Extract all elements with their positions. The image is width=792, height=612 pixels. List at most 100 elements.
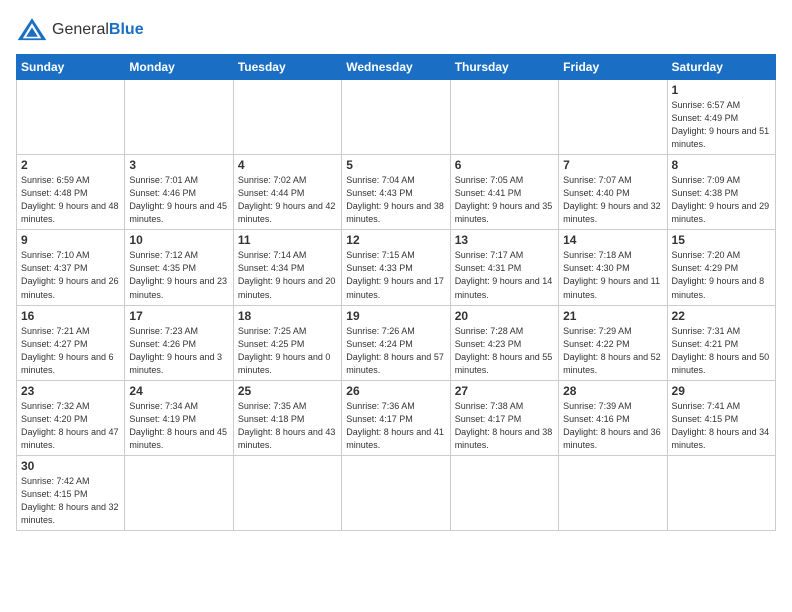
- logo-icon: [16, 16, 48, 44]
- day-info: Sunrise: 7:36 AM Sunset: 4:17 PM Dayligh…: [346, 400, 445, 452]
- day-cell: 13 Sunrise: 7:17 AM Sunset: 4:31 PM Dayli…: [450, 230, 558, 305]
- day-number: 16: [21, 309, 120, 323]
- day-cell: 19 Sunrise: 7:26 AM Sunset: 4:24 PM Dayli…: [342, 305, 450, 380]
- day-number: 13: [455, 233, 554, 247]
- day-number: 25: [238, 384, 337, 398]
- day-info: Sunrise: 7:28 AM Sunset: 4:23 PM Dayligh…: [455, 325, 554, 377]
- day-cell: 22 Sunrise: 7:31 AM Sunset: 4:21 PM Dayli…: [667, 305, 775, 380]
- day-cell: 25Sunrise: 7:35 AM Sunset: 4:18 PM Dayli…: [233, 380, 341, 455]
- day-number: 30: [21, 459, 120, 473]
- day-number: 18: [238, 309, 337, 323]
- day-number: 28: [563, 384, 662, 398]
- day-info: Sunrise: 7:05 AM Sunset: 4:41 PM Dayligh…: [455, 174, 554, 226]
- weekday-header-row: SundayMondayTuesdayWednesdayThursdayFrid…: [17, 55, 776, 80]
- day-cell: 26 Sunrise: 7:36 AM Sunset: 4:17 PM Dayli…: [342, 380, 450, 455]
- day-info: Sunrise: 7:31 AM Sunset: 4:21 PM Dayligh…: [672, 325, 771, 377]
- day-number: 5: [346, 158, 445, 172]
- day-info: Sunrise: 7:32 AM Sunset: 4:20 PM Dayligh…: [21, 400, 120, 452]
- day-info: Sunrise: 7:21 AM Sunset: 4:27 PM Dayligh…: [21, 325, 120, 377]
- day-cell: 3 Sunrise: 7:01 AM Sunset: 4:46 PM Daylig…: [125, 155, 233, 230]
- day-cell: 28 Sunrise: 7:39 AM Sunset: 4:16 PM Dayli…: [559, 380, 667, 455]
- day-info: Sunrise: 7:04 AM Sunset: 4:43 PM Dayligh…: [346, 174, 445, 226]
- weekday-header-tuesday: Tuesday: [233, 55, 341, 80]
- day-cell: 8 Sunrise: 7:09 AM Sunset: 4:38 PM Daylig…: [667, 155, 775, 230]
- day-number: 22: [672, 309, 771, 323]
- day-info: Sunrise: 7:41 AM Sunset: 4:15 PM Dayligh…: [672, 400, 771, 452]
- day-cell: 21Sunrise: 7:29 AM Sunset: 4:22 PM Dayli…: [559, 305, 667, 380]
- day-info: Sunrise: 7:02 AM Sunset: 4:44 PM Dayligh…: [238, 174, 337, 226]
- week-row-2: 2Sunrise: 6:59 AM Sunset: 4:48 PM Daylig…: [17, 155, 776, 230]
- day-cell: 14 Sunrise: 7:18 AM Sunset: 4:30 PM Dayli…: [559, 230, 667, 305]
- day-number: 29: [672, 384, 771, 398]
- day-cell: [17, 80, 125, 155]
- day-info: Sunrise: 7:12 AM Sunset: 4:35 PM Dayligh…: [129, 249, 228, 301]
- day-cell: 29 Sunrise: 7:41 AM Sunset: 4:15 PM Dayli…: [667, 380, 775, 455]
- day-number: 14: [563, 233, 662, 247]
- day-info: Sunrise: 7:39 AM Sunset: 4:16 PM Dayligh…: [563, 400, 662, 452]
- day-number: 26: [346, 384, 445, 398]
- day-cell: 6 Sunrise: 7:05 AM Sunset: 4:41 PM Daylig…: [450, 155, 558, 230]
- day-number: 9: [21, 233, 120, 247]
- day-cell: 23 Sunrise: 7:32 AM Sunset: 4:20 PM Dayli…: [17, 380, 125, 455]
- day-number: 4: [238, 158, 337, 172]
- day-cell: 1 Sunrise: 6:57 AM Sunset: 4:49 PM Daylig…: [667, 80, 775, 155]
- day-cell: [342, 455, 450, 530]
- week-row-5: 23 Sunrise: 7:32 AM Sunset: 4:20 PM Dayli…: [17, 380, 776, 455]
- day-number: 20: [455, 309, 554, 323]
- day-cell: 2Sunrise: 6:59 AM Sunset: 4:48 PM Daylig…: [17, 155, 125, 230]
- day-cell: 17Sunrise: 7:23 AM Sunset: 4:26 PM Dayli…: [125, 305, 233, 380]
- weekday-header-monday: Monday: [125, 55, 233, 80]
- day-info: Sunrise: 7:26 AM Sunset: 4:24 PM Dayligh…: [346, 325, 445, 377]
- day-cell: [559, 80, 667, 155]
- day-info: Sunrise: 7:38 AM Sunset: 4:17 PM Dayligh…: [455, 400, 554, 452]
- day-info: Sunrise: 7:25 AM Sunset: 4:25 PM Dayligh…: [238, 325, 337, 377]
- day-number: 17: [129, 309, 228, 323]
- day-info: Sunrise: 7:14 AM Sunset: 4:34 PM Dayligh…: [238, 249, 337, 301]
- day-cell: 30 Sunrise: 7:42 AM Sunset: 4:15 PM Dayli…: [17, 455, 125, 530]
- day-cell: 5 Sunrise: 7:04 AM Sunset: 4:43 PM Daylig…: [342, 155, 450, 230]
- day-info: Sunrise: 7:07 AM Sunset: 4:40 PM Dayligh…: [563, 174, 662, 226]
- weekday-header-sunday: Sunday: [17, 55, 125, 80]
- week-row-4: 16 Sunrise: 7:21 AM Sunset: 4:27 PM Dayli…: [17, 305, 776, 380]
- day-info: Sunrise: 7:29 AM Sunset: 4:22 PM Dayligh…: [563, 325, 662, 377]
- day-cell: 11Sunrise: 7:14 AM Sunset: 4:34 PM Dayli…: [233, 230, 341, 305]
- day-info: Sunrise: 7:01 AM Sunset: 4:46 PM Dayligh…: [129, 174, 228, 226]
- day-info: Sunrise: 7:20 AM Sunset: 4:29 PM Dayligh…: [672, 249, 771, 301]
- day-info: Sunrise: 7:17 AM Sunset: 4:31 PM Dayligh…: [455, 249, 554, 301]
- day-cell: [342, 80, 450, 155]
- day-cell: [125, 80, 233, 155]
- weekday-header-saturday: Saturday: [667, 55, 775, 80]
- day-number: 1: [672, 83, 771, 97]
- day-cell: 20 Sunrise: 7:28 AM Sunset: 4:23 PM Dayli…: [450, 305, 558, 380]
- day-number: 6: [455, 158, 554, 172]
- day-info: Sunrise: 7:15 AM Sunset: 4:33 PM Dayligh…: [346, 249, 445, 301]
- day-number: 3: [129, 158, 228, 172]
- header: GeneralBlue: [16, 16, 776, 44]
- week-row-6: 30 Sunrise: 7:42 AM Sunset: 4:15 PM Dayli…: [17, 455, 776, 530]
- day-number: 27: [455, 384, 554, 398]
- day-cell: [450, 455, 558, 530]
- day-cell: 4 Sunrise: 7:02 AM Sunset: 4:44 PM Daylig…: [233, 155, 341, 230]
- day-number: 10: [129, 233, 228, 247]
- day-number: 7: [563, 158, 662, 172]
- week-row-1: 1 Sunrise: 6:57 AM Sunset: 4:49 PM Daylig…: [17, 80, 776, 155]
- day-info: Sunrise: 6:57 AM Sunset: 4:49 PM Dayligh…: [672, 99, 771, 151]
- day-cell: 12Sunrise: 7:15 AM Sunset: 4:33 PM Dayli…: [342, 230, 450, 305]
- day-cell: [125, 455, 233, 530]
- day-number: 24: [129, 384, 228, 398]
- day-cell: 10 Sunrise: 7:12 AM Sunset: 4:35 PM Dayli…: [125, 230, 233, 305]
- day-cell: [233, 455, 341, 530]
- day-info: Sunrise: 7:09 AM Sunset: 4:38 PM Dayligh…: [672, 174, 771, 226]
- day-cell: 18 Sunrise: 7:25 AM Sunset: 4:25 PM Dayli…: [233, 305, 341, 380]
- day-cell: 9Sunrise: 7:10 AM Sunset: 4:37 PM Daylig…: [17, 230, 125, 305]
- day-cell: 16 Sunrise: 7:21 AM Sunset: 4:27 PM Dayli…: [17, 305, 125, 380]
- day-number: 23: [21, 384, 120, 398]
- day-cell: [233, 80, 341, 155]
- day-info: Sunrise: 7:18 AM Sunset: 4:30 PM Dayligh…: [563, 249, 662, 301]
- calendar: SundayMondayTuesdayWednesdayThursdayFrid…: [16, 54, 776, 531]
- day-info: Sunrise: 7:42 AM Sunset: 4:15 PM Dayligh…: [21, 475, 120, 527]
- day-number: 8: [672, 158, 771, 172]
- day-cell: 15Sunrise: 7:20 AM Sunset: 4:29 PM Dayli…: [667, 230, 775, 305]
- day-cell: [667, 455, 775, 530]
- day-number: 19: [346, 309, 445, 323]
